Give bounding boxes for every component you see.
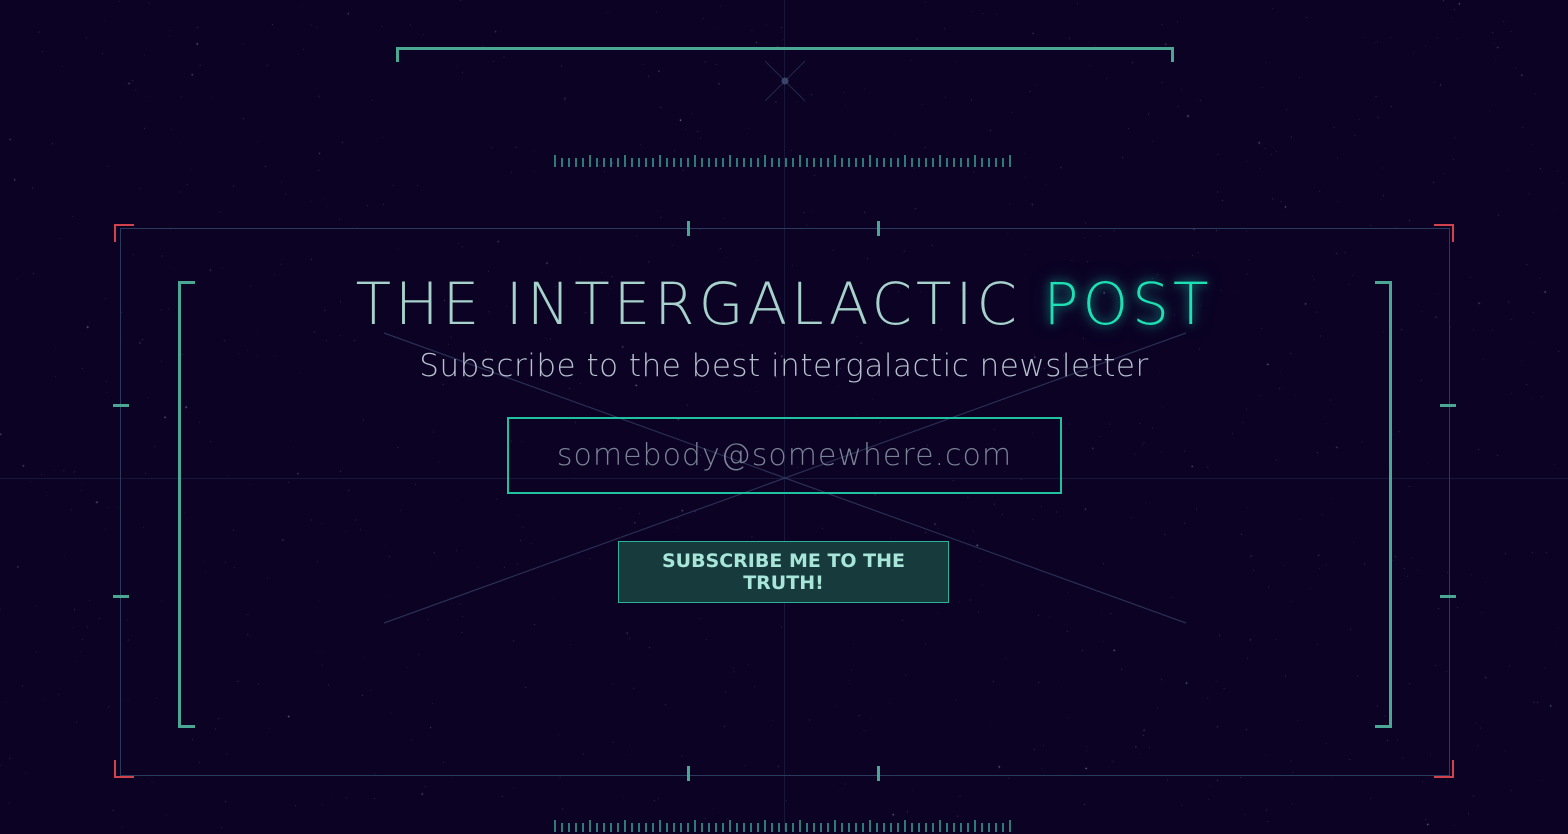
crosshair-icon xyxy=(764,60,806,102)
subscribe-button[interactable]: SUBSCRIBE ME TO THE TRUTH! xyxy=(618,541,949,603)
corner-bracket-icon xyxy=(114,224,134,242)
frame-tick xyxy=(1440,595,1456,598)
title-accent: POST xyxy=(1043,270,1213,338)
frame-tick xyxy=(113,404,129,407)
page-title: THE INTERGALACTIC POST xyxy=(0,270,1568,338)
title-main: THE INTERGALACTIC xyxy=(355,270,1022,338)
frame-tick xyxy=(877,766,880,781)
frame-tick xyxy=(877,221,880,236)
bottom-scale-ticks xyxy=(554,820,1011,832)
subtitle: Subscribe to the best intergalactic news… xyxy=(419,348,1149,384)
top-scale-ticks xyxy=(554,155,1011,167)
corner-bracket-icon xyxy=(1434,760,1454,778)
email-input[interactable] xyxy=(507,417,1062,494)
corner-bracket-icon xyxy=(1434,224,1454,242)
frame-tick xyxy=(687,221,690,236)
frame-tick xyxy=(1440,404,1456,407)
frame-tick xyxy=(687,766,690,781)
corner-bracket-icon xyxy=(114,760,134,778)
frame-tick xyxy=(113,595,129,598)
